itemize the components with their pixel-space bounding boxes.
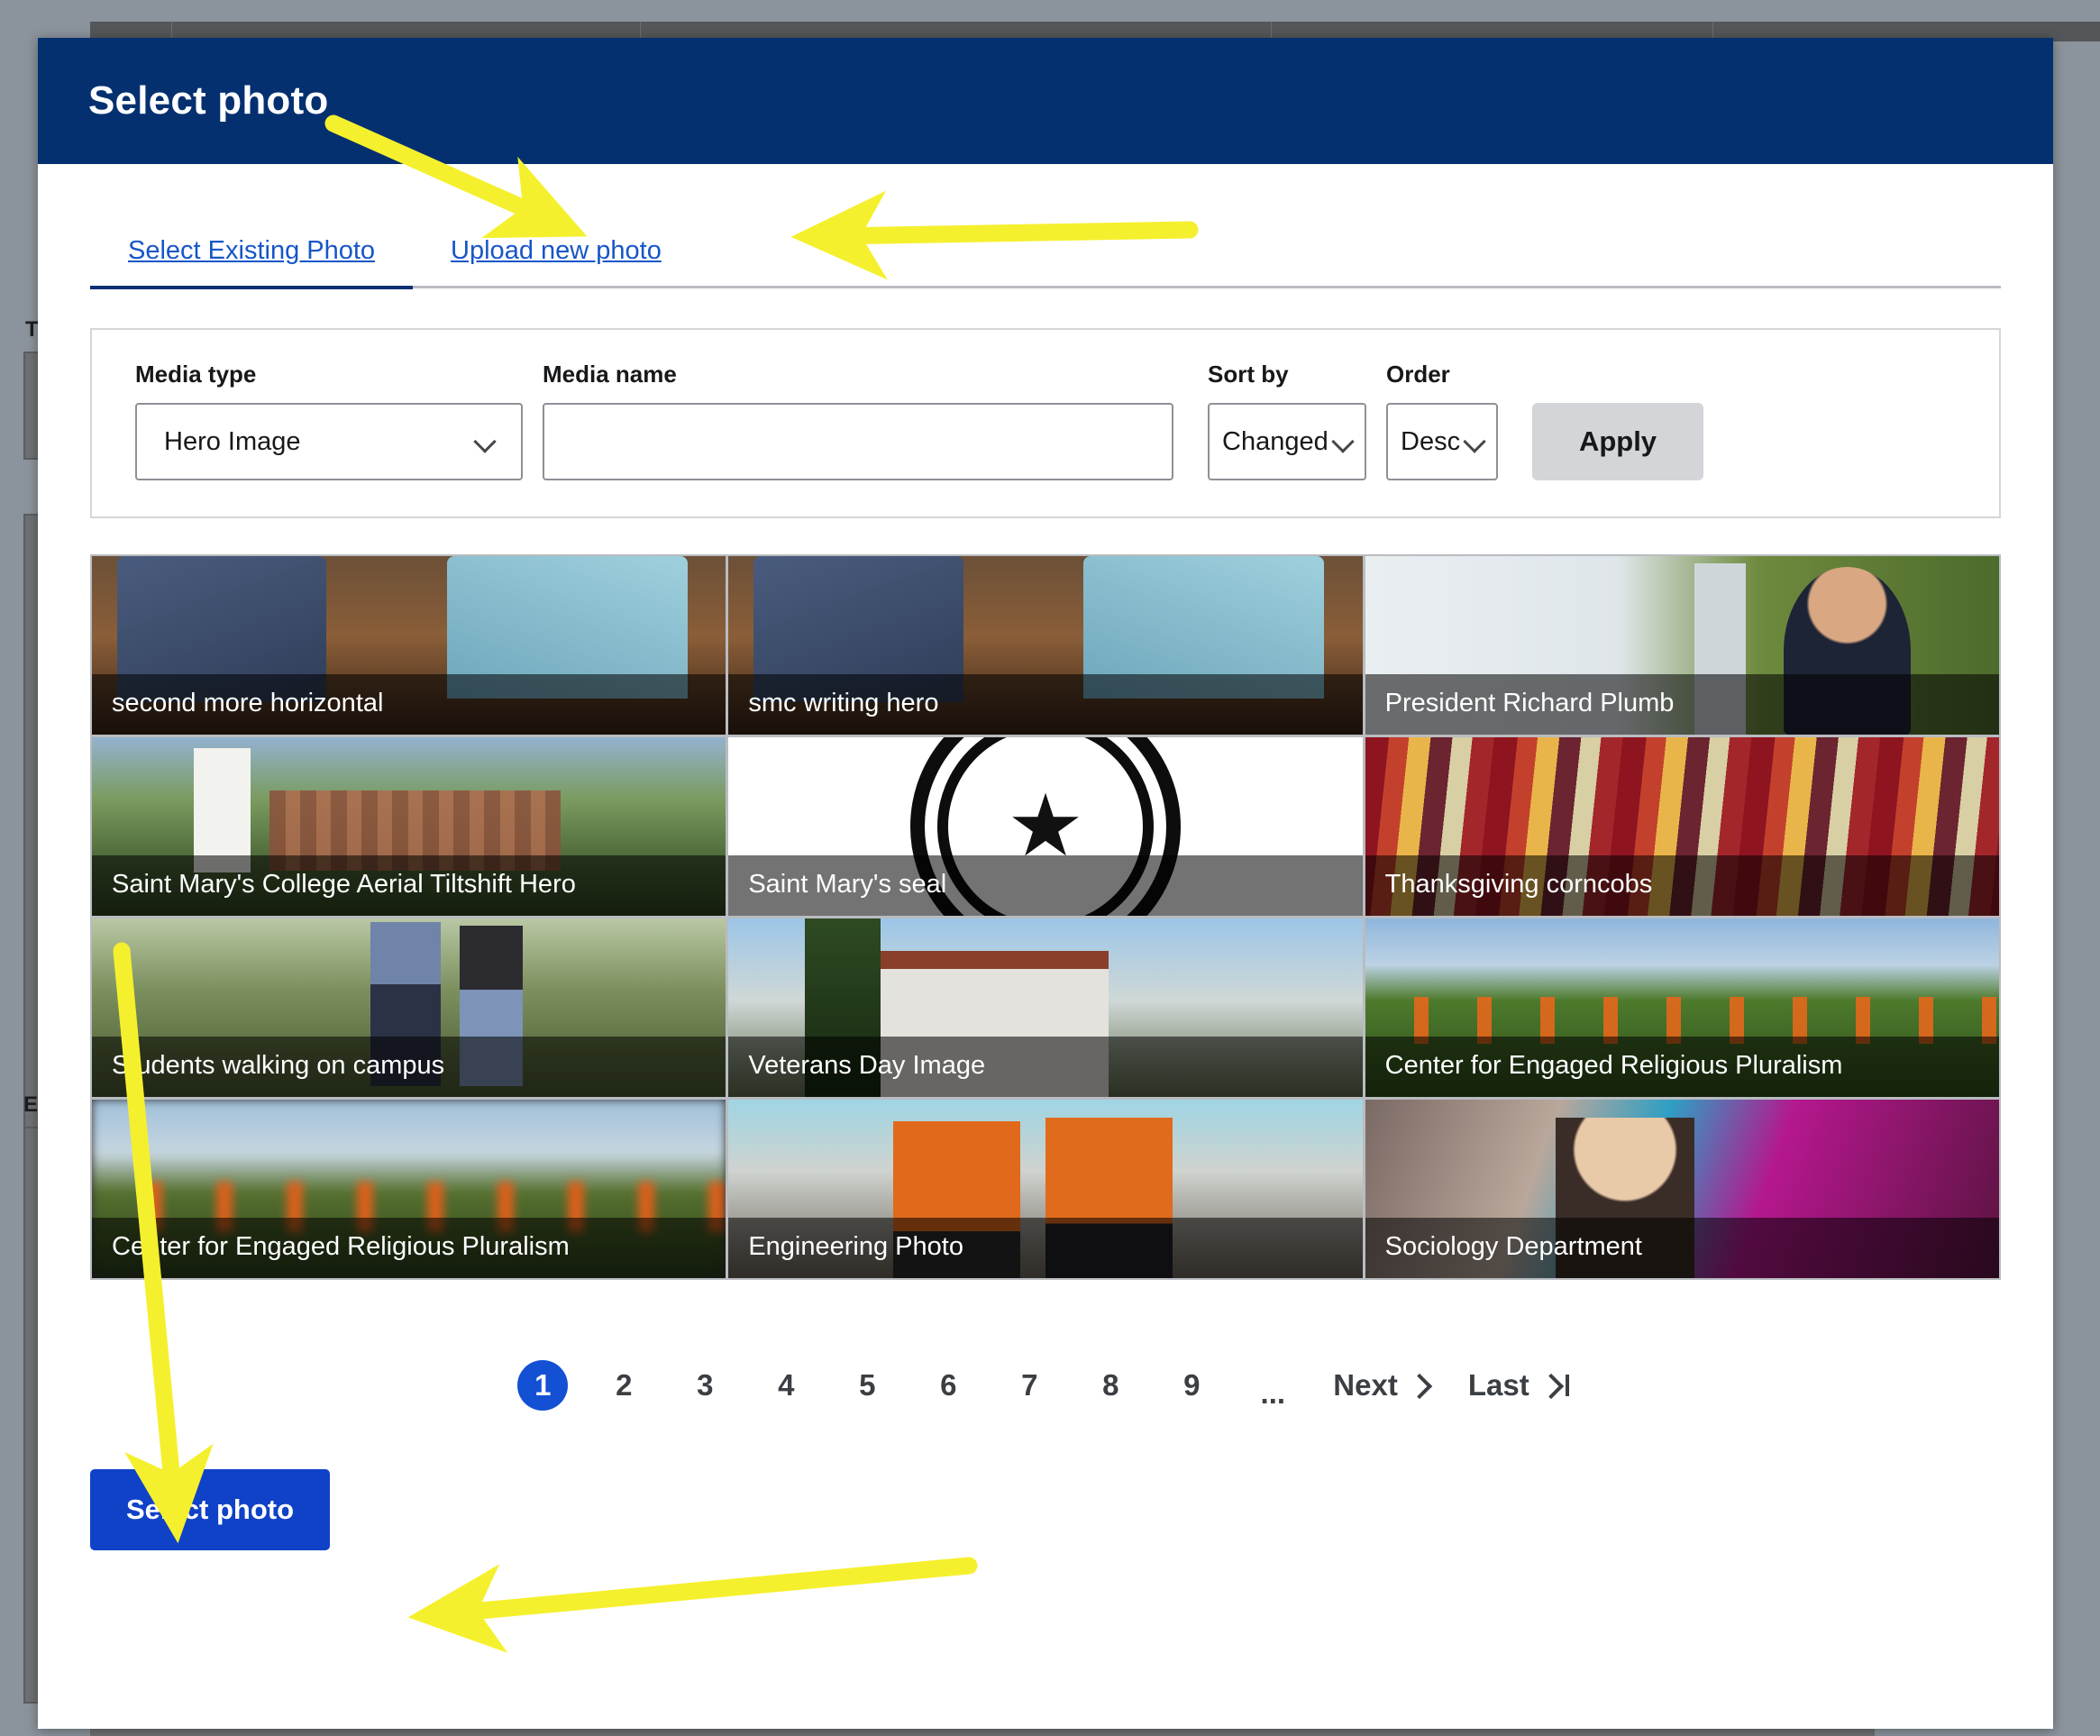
photo-tile[interactable]: Veterans Day Image	[728, 918, 1362, 1097]
photo-caption: President Richard Plumb	[1365, 674, 1999, 735]
photo-caption: Students walking on campus	[92, 1037, 726, 1097]
pagination-page-4[interactable]: 4	[761, 1360, 811, 1411]
media-name-label: Media name	[543, 361, 1173, 388]
photo-tile[interactable]: President Richard Plumb	[1365, 556, 1999, 735]
pagination-next-label: Next	[1333, 1368, 1398, 1403]
photo-caption: second more horizontal	[92, 674, 726, 735]
chevron-down-icon	[1332, 430, 1356, 453]
sort-by-value: Changed	[1222, 427, 1328, 457]
photo-source-tabs: Select Existing Photo Upload new photo	[90, 207, 2001, 288]
media-filter-panel: Media type Hero Image Media name Sort by…	[90, 328, 2001, 518]
pagination-page-5[interactable]: 5	[842, 1360, 892, 1411]
photo-tile[interactable]: Thanksgiving corncobs	[1365, 737, 1999, 916]
select-photo-button[interactable]: Select photo	[90, 1469, 330, 1550]
chevron-right-icon	[1542, 1376, 1560, 1394]
pagination-last-label: Last	[1468, 1368, 1529, 1403]
tab-upload-new-photo[interactable]: Upload new photo	[413, 236, 699, 286]
photo-caption: Engineering Photo	[728, 1218, 1362, 1278]
photo-tile[interactable]: Center for Engaged Religious Pluralism	[1365, 918, 1999, 1097]
order-select[interactable]: Desc	[1386, 403, 1498, 480]
photo-caption: smc writing hero	[728, 674, 1362, 735]
photo-tile[interactable]: ★Saint Mary's seal	[728, 737, 1362, 916]
background-field-label-e: E	[23, 1092, 38, 1118]
order-value: Desc	[1401, 427, 1460, 457]
pagination-page-2[interactable]: 2	[598, 1360, 649, 1411]
photo-tile[interactable]: Center for Engaged Religious Pluralism	[92, 1100, 726, 1278]
pagination-page-8[interactable]: 8	[1085, 1360, 1136, 1411]
pagination-page-6[interactable]: 6	[923, 1360, 973, 1411]
order-label: Order	[1386, 361, 1498, 388]
photo-tile[interactable]: second more horizontal	[92, 556, 726, 735]
photo-tile[interactable]: smc writing hero	[728, 556, 1362, 735]
chevron-down-icon	[474, 430, 498, 453]
pagination: 123456789... Next Last	[90, 1345, 2001, 1426]
pagination-page-7[interactable]: 7	[1004, 1360, 1055, 1411]
select-photo-modal: Select photo Select Existing Photo Uploa…	[38, 38, 2053, 1729]
media-type-value: Hero Image	[164, 427, 301, 457]
photo-tile[interactable]: Saint Mary's College Aerial Tiltshift He…	[92, 737, 726, 916]
sort-by-select[interactable]: Changed	[1208, 403, 1366, 480]
modal-footer: Select photo	[90, 1469, 2001, 1604]
photo-caption: Thanksgiving corncobs	[1365, 855, 1999, 916]
apply-button[interactable]: Apply	[1532, 403, 1703, 480]
chevron-right-icon	[1411, 1376, 1429, 1394]
media-type-field: Media type Hero Image	[135, 361, 523, 480]
chevron-down-icon	[1464, 430, 1487, 453]
photo-caption: Saint Mary's College Aerial Tiltshift He…	[92, 855, 726, 916]
end-bar-icon	[1566, 1375, 1569, 1396]
pagination-page-3[interactable]: 3	[680, 1360, 730, 1411]
tab-select-existing-photo[interactable]: Select Existing Photo	[90, 236, 413, 286]
sort-by-field: Sort by Changed	[1208, 361, 1366, 480]
photo-caption: Center for Engaged Religious Pluralism	[1365, 1037, 1999, 1097]
order-field: Order Desc	[1386, 361, 1498, 480]
photo-caption: Sociology Department	[1365, 1218, 1999, 1278]
photo-caption: Saint Mary's seal	[728, 855, 1362, 916]
media-name-field: Media name	[543, 361, 1173, 480]
media-type-label: Media type	[135, 361, 523, 388]
modal-header: Select photo	[38, 38, 2053, 164]
modal-body: Select Existing Photo Upload new photo M…	[38, 207, 2053, 1604]
photo-tile[interactable]: Sociology Department	[1365, 1100, 1999, 1278]
photo-tile[interactable]: Engineering Photo	[728, 1100, 1362, 1278]
photo-grid: second more horizontalsmc writing heroPr…	[90, 554, 2001, 1280]
media-name-input-wrap	[543, 403, 1173, 480]
photo-tile[interactable]: Students walking on campus	[92, 918, 726, 1097]
media-name-input[interactable]	[544, 405, 1172, 479]
modal-title: Select photo	[88, 78, 328, 123]
photo-caption: Center for Engaged Religious Pluralism	[92, 1218, 726, 1278]
background-field-label-t: T	[25, 317, 39, 343]
pagination-last[interactable]: Last	[1468, 1368, 1569, 1403]
photo-caption: Veterans Day Image	[728, 1037, 1362, 1097]
pagination-page-9[interactable]: 9	[1166, 1360, 1217, 1411]
pagination-next[interactable]: Next	[1333, 1368, 1429, 1403]
media-type-select[interactable]: Hero Image	[135, 403, 523, 480]
pagination-page-1[interactable]: 1	[517, 1360, 568, 1411]
sort-by-label: Sort by	[1208, 361, 1366, 388]
pagination-ellipsis: ...	[1247, 1360, 1298, 1411]
